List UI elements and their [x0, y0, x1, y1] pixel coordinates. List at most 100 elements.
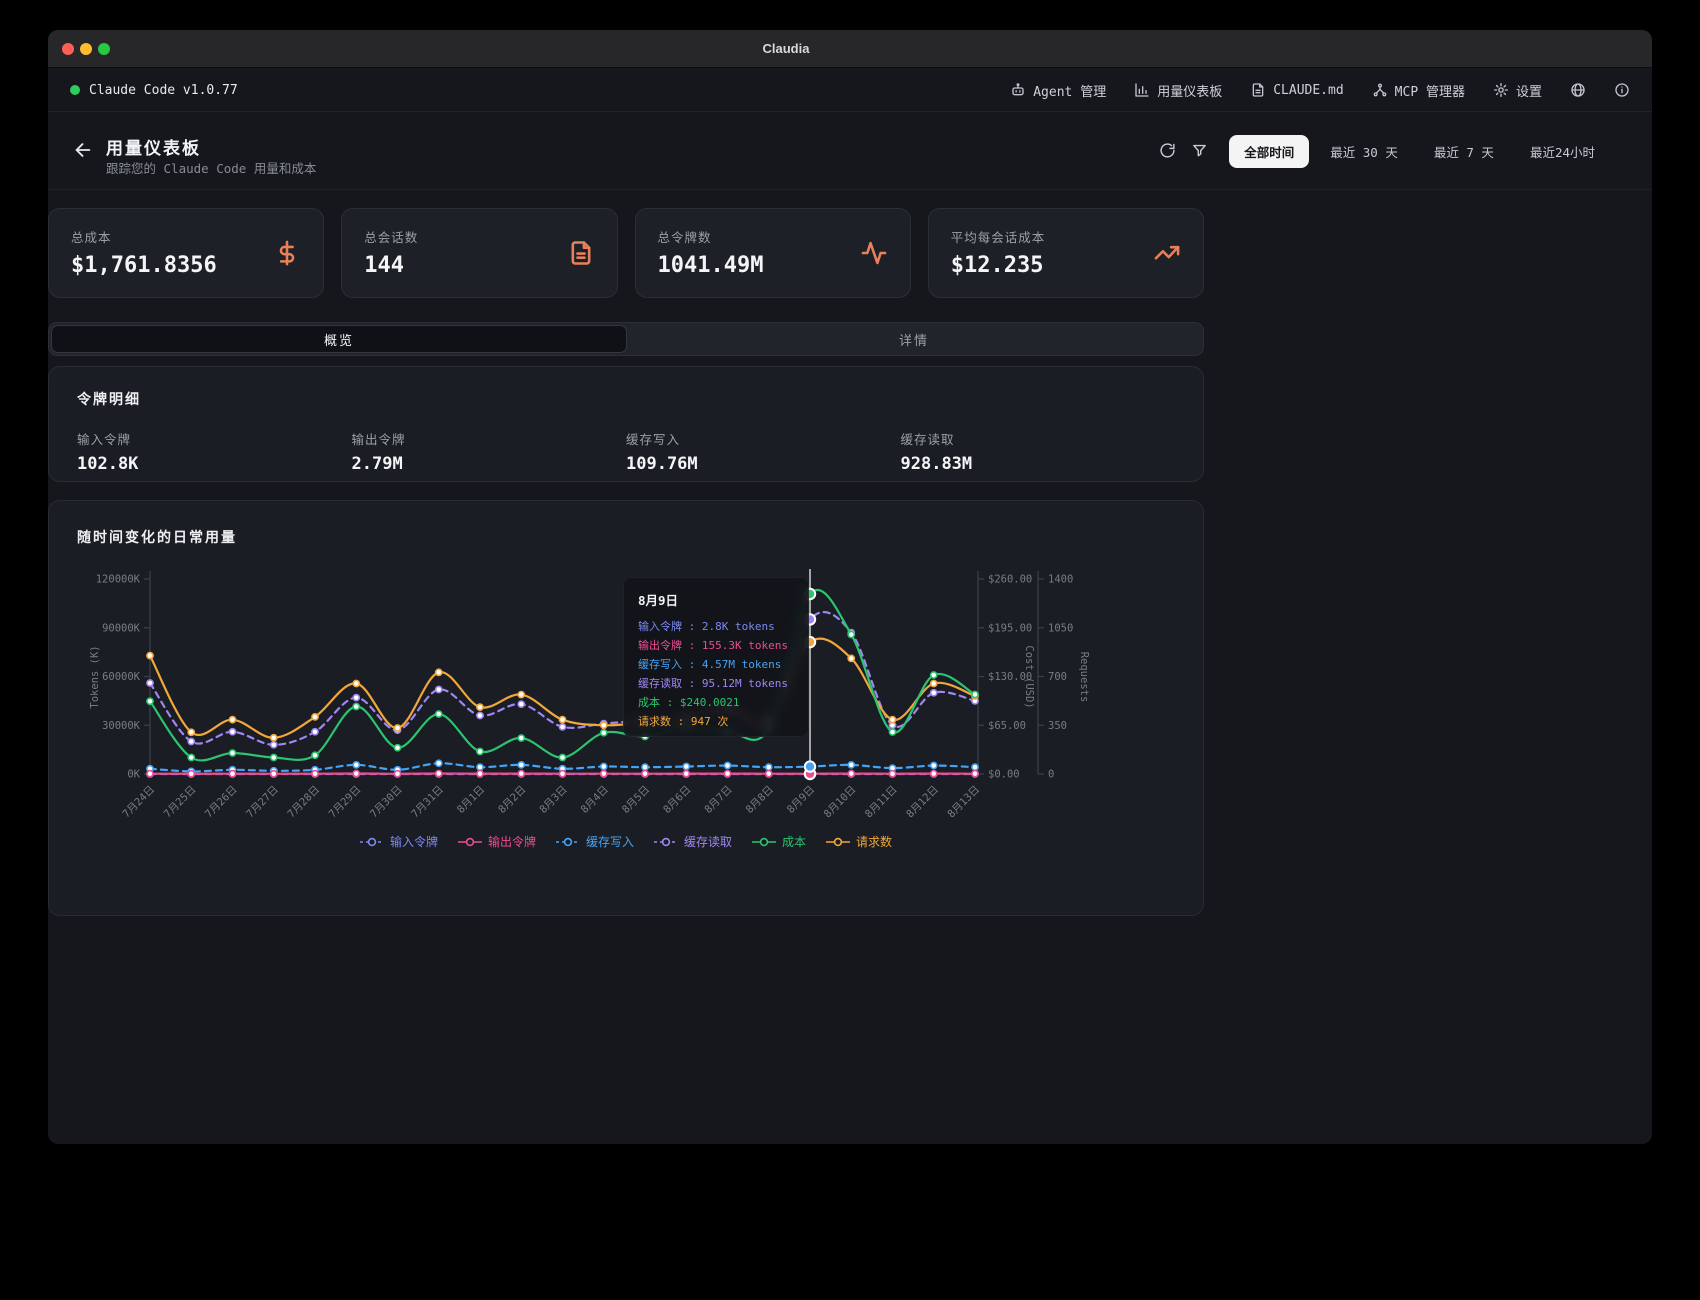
refresh-icon: [1159, 142, 1176, 159]
nav-item-mcp[interactable]: MCP 管理器: [1372, 81, 1465, 100]
refresh-button[interactable]: [1159, 142, 1177, 160]
token-breakdown-grid: 输入令牌102.8K输出令牌2.79M缓存写入109.76M缓存读取928.83…: [77, 429, 1175, 474]
tab-overview[interactable]: 概览: [51, 325, 627, 353]
back-icon: [72, 139, 94, 161]
token-breakdown-item: 缓存读取928.83M: [901, 429, 1176, 474]
tooltip-row: 请求数 : 947 次: [638, 712, 794, 731]
trend-icon: [1153, 239, 1181, 267]
legend-marker-icon: [458, 837, 482, 847]
svg-text:350: 350: [1048, 720, 1067, 732]
token-breakdown-item: 缓存写入109.76M: [626, 429, 901, 474]
tab-details[interactable]: 详情: [627, 325, 1201, 353]
stat-label: 总会话数: [364, 227, 594, 246]
stat-value: 1041.49M: [658, 253, 888, 278]
time-filter-button[interactable]: 最近24小时: [1515, 135, 1610, 168]
nav-item-file[interactable]: CLAUDE.md: [1250, 82, 1343, 98]
svg-text:0K: 0K: [127, 769, 140, 781]
svg-text:7月30日: 7月30日: [368, 784, 405, 821]
legend-item[interactable]: 输入令牌: [360, 833, 438, 850]
tooltip-row: 输入令牌 : 2.8K tokens: [638, 617, 794, 636]
page-title: 用量仪表板: [106, 134, 201, 159]
nav-item-bot[interactable]: Agent 管理: [1010, 81, 1106, 100]
usage-chart-panel: 随时间变化的日常用量 0K30000K60000K90000K120000K$0…: [48, 500, 1204, 916]
chart-tooltip: 8月9日 输入令牌 : 2.8K tokens输出令牌 : 155.3K tok…: [623, 577, 809, 737]
svg-text:$260.00: $260.00: [988, 574, 1032, 586]
legend-marker-icon: [556, 837, 580, 847]
svg-text:8月3日: 8月3日: [537, 784, 569, 816]
legend-item[interactable]: 缓存读取: [654, 833, 732, 850]
window-title: Claudia: [763, 41, 810, 56]
token-breakdown-panel: 令牌明细 输入令牌102.8K输出令牌2.79M缓存写入109.76M缓存读取9…: [48, 366, 1204, 482]
app-version: Claude Code v1.0.77: [70, 68, 238, 112]
page-controls: 全部时间最近 30 天最近 7 天最近24小时: [1159, 112, 1610, 190]
info-icon: [1614, 82, 1630, 98]
app-version-label: Claude Code v1.0.77: [89, 83, 238, 98]
app-header: Claude Code v1.0.77 Agent 管理 用量仪表板 CLAUDE.…: [48, 68, 1652, 112]
tooltip-row: 缓存写入 : 4.57M tokens: [638, 655, 794, 674]
tooltip-date: 8月9日: [638, 590, 794, 609]
svg-text:8月12日: 8月12日: [904, 784, 941, 821]
svg-text:7月24日: 7月24日: [120, 784, 157, 821]
nav-item-chart[interactable]: 用量仪表板: [1134, 81, 1222, 100]
filter-icon: [1191, 142, 1208, 159]
time-filter-button[interactable]: 全部时间: [1229, 135, 1309, 168]
close-window-button[interactable]: [62, 43, 74, 55]
svg-text:7月26日: 7月26日: [203, 784, 240, 821]
minimize-window-button[interactable]: [80, 43, 92, 55]
stat-label: 总令牌数: [658, 227, 888, 246]
legend-item[interactable]: 成本: [752, 833, 806, 850]
svg-text:8月7日: 8月7日: [702, 784, 734, 816]
token-breakdown-item: 输出令牌2.79M: [352, 429, 627, 474]
svg-text:7月28日: 7月28日: [285, 784, 322, 821]
nav-item-globe[interactable]: [1570, 82, 1586, 98]
svg-text:1050: 1050: [1048, 622, 1073, 634]
svg-text:7月27日: 7月27日: [244, 784, 281, 821]
svg-text:8月11日: 8月11日: [863, 784, 900, 821]
back-button[interactable]: [72, 139, 96, 163]
svg-text:120000K: 120000K: [96, 574, 141, 586]
stat-cards: 总成本$1,761.8356总会话数144 总令牌数 1041.49M 平均每会话成本…: [48, 208, 1204, 298]
nav-item-gear[interactable]: 设置: [1493, 81, 1542, 100]
svg-text:8月8日: 8月8日: [744, 784, 776, 816]
status-dot-icon: [70, 85, 80, 95]
svg-text:0: 0: [1048, 769, 1054, 781]
svg-text:60000K: 60000K: [102, 671, 141, 683]
legend-item[interactable]: 缓存写入: [556, 833, 634, 850]
svg-text:$195.00: $195.00: [988, 622, 1032, 634]
time-filter-button[interactable]: 最近 30 天: [1315, 135, 1413, 168]
stat-value: $12.235: [951, 253, 1181, 278]
stat-card: 总令牌数 1041.49M: [635, 208, 911, 298]
stat-card: 平均每会话成本$12.235: [928, 208, 1204, 298]
tooltip-row: 输出令牌 : 155.3K tokens: [638, 636, 794, 655]
svg-text:8月4日: 8月4日: [579, 784, 611, 816]
titlebar: Claudia: [48, 30, 1652, 68]
bot-icon: [1010, 82, 1026, 98]
stat-card: 总成本$1,761.8356: [48, 208, 324, 298]
legend-marker-icon: [360, 837, 384, 847]
legend-item[interactable]: 输出令牌: [458, 833, 536, 850]
svg-text:Cost (USD): Cost (USD): [1023, 645, 1035, 708]
stat-card: 总会话数144: [341, 208, 617, 298]
svg-text:8月6日: 8月6日: [661, 784, 693, 816]
globe-icon: [1570, 82, 1586, 98]
svg-text:7月25日: 7月25日: [162, 784, 199, 821]
legend-marker-icon: [826, 837, 850, 847]
filter-button[interactable]: [1191, 142, 1209, 160]
tooltip-row: 缓存读取 : 95.12M tokens: [638, 674, 794, 693]
dollar-icon: [273, 239, 301, 267]
svg-text:8月13日: 8月13日: [945, 784, 982, 821]
gear-icon: [1493, 82, 1509, 98]
zoom-window-button[interactable]: [98, 43, 110, 55]
file-icon: [1250, 82, 1266, 98]
svg-text:8月1日: 8月1日: [455, 784, 487, 816]
view-tabs: 概览 详情: [48, 322, 1204, 356]
svg-text:7月29日: 7月29日: [327, 784, 364, 821]
svg-text:8月5日: 8月5日: [620, 784, 652, 816]
nav-item-info[interactable]: [1614, 82, 1630, 98]
file-icon: [567, 239, 595, 267]
legend-item[interactable]: 请求数: [826, 833, 892, 850]
time-filter-button[interactable]: 最近 7 天: [1419, 135, 1509, 168]
page-subtitle: 跟踪您的 Claude Code 用量和成本: [106, 158, 316, 177]
chart-icon: [1134, 82, 1150, 98]
svg-text:8月10日: 8月10日: [822, 784, 859, 821]
